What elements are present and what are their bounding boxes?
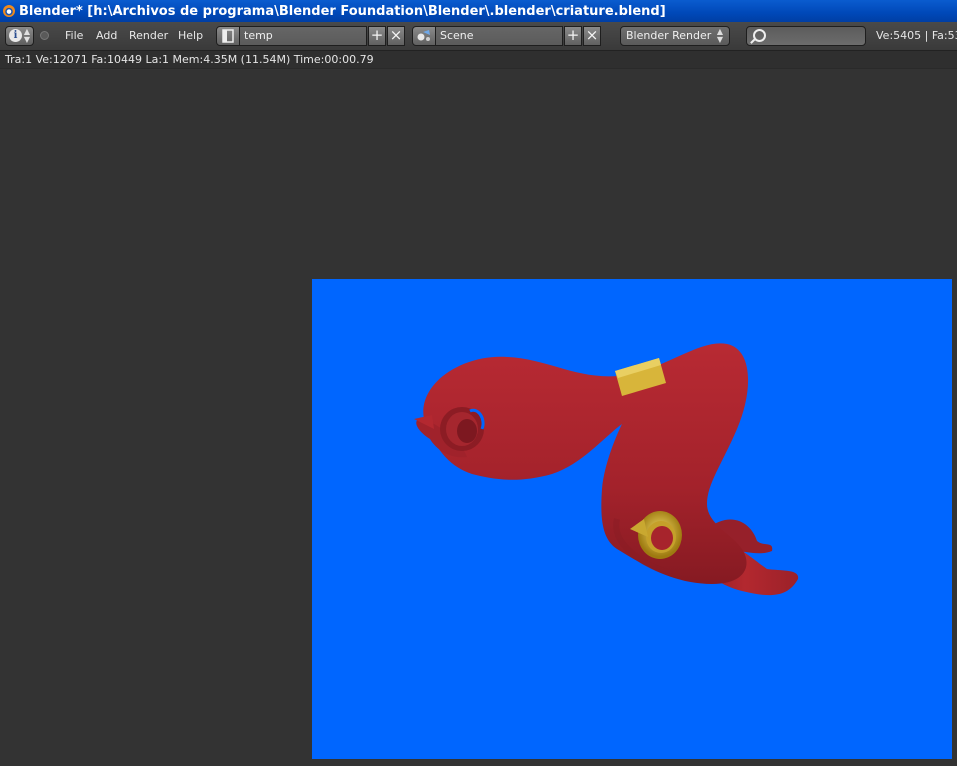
window-titlebar: Blender* [h:\Archivos de programa\Blende… bbox=[0, 0, 957, 22]
search-icon bbox=[753, 29, 766, 42]
layout-icon bbox=[222, 29, 234, 43]
scene-button[interactable] bbox=[412, 26, 436, 46]
render-result-image bbox=[312, 279, 952, 759]
menu-add[interactable]: Add bbox=[96, 26, 117, 46]
delete-screen-button[interactable]: × bbox=[387, 26, 405, 46]
info-icon: i bbox=[9, 29, 22, 42]
menu-file[interactable]: File bbox=[65, 26, 83, 46]
scene-stats: Ve:5405 | Fa:53 bbox=[876, 29, 957, 42]
window-title: Blender* [h:\Archivos de programa\Blende… bbox=[19, 3, 666, 19]
menu-help[interactable]: Help bbox=[178, 26, 203, 46]
plus-icon: + bbox=[566, 26, 580, 44]
delete-scene-button[interactable]: × bbox=[583, 26, 601, 46]
collapse-menus-icon[interactable] bbox=[40, 31, 49, 40]
updown-arrows-icon: ▲ ▼ bbox=[23, 27, 30, 44]
editor-type-button[interactable]: i ▲ ▼ bbox=[5, 26, 34, 46]
scene-icon bbox=[417, 30, 430, 41]
add-scene-button[interactable]: + bbox=[564, 26, 582, 46]
close-icon: × bbox=[585, 26, 599, 44]
search-field[interactable] bbox=[746, 26, 866, 46]
scene-field[interactable]: Scene bbox=[436, 26, 563, 46]
creature-render bbox=[414, 343, 799, 596]
close-icon: × bbox=[389, 26, 403, 44]
add-screen-button[interactable]: + bbox=[368, 26, 386, 46]
render-engine-select[interactable]: Blender Render ▲ ▼ bbox=[620, 26, 730, 46]
menu-render[interactable]: Render bbox=[129, 26, 168, 46]
screen-layout-button[interactable] bbox=[216, 26, 240, 46]
plus-icon: + bbox=[370, 26, 384, 44]
screen-layout-field[interactable]: temp bbox=[240, 26, 367, 46]
render-info-line: Tra:1 Ve:12071 Fa:10449 La:1 Mem:4.35M (… bbox=[0, 51, 957, 69]
updown-arrows-icon: ▲ ▼ bbox=[716, 27, 723, 44]
blender-logo-icon bbox=[3, 5, 15, 17]
render-engine-label: Blender Render bbox=[626, 29, 712, 42]
info-header: i ▲ ▼ File Add Render Help temp + × Scene… bbox=[0, 22, 957, 51]
